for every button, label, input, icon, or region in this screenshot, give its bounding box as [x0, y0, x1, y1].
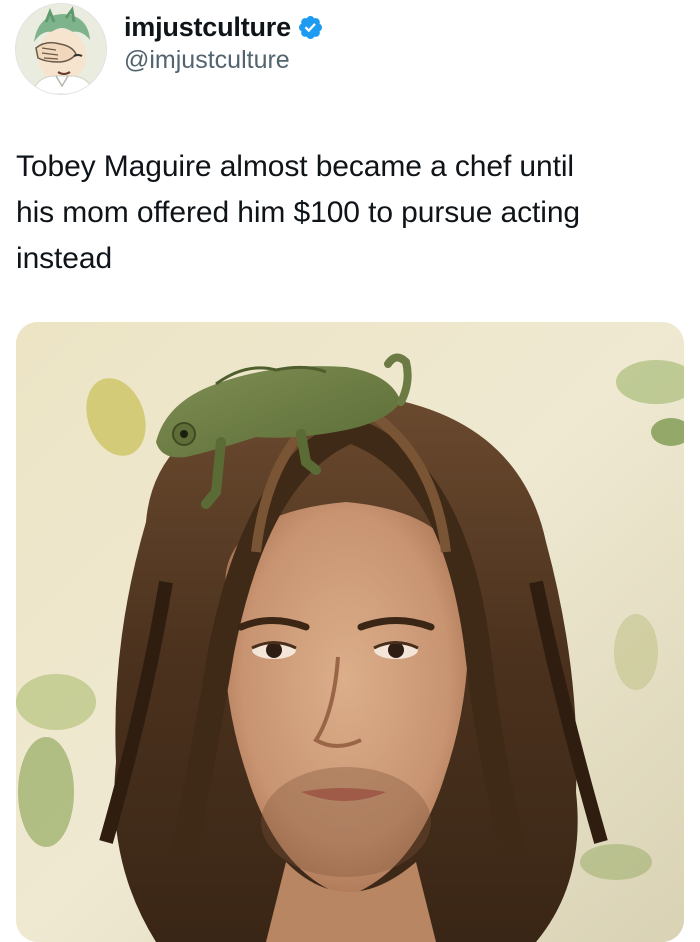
author-names: imjustculture @imjustculture — [124, 10, 324, 76]
display-name-row: imjustculture — [124, 10, 324, 44]
tweet-header: imjustculture @imjustculture — [16, 4, 324, 94]
avatar[interactable] — [16, 4, 106, 94]
portrait-photo-icon — [16, 322, 684, 942]
tweet-card: imjustculture @imjustculture Tobey Magui… — [0, 0, 700, 942]
tweet-text: Tobey Maguire almost became a chef until… — [16, 150, 580, 275]
verified-badge-icon — [297, 14, 324, 41]
handle[interactable]: @imjustculture — [124, 44, 324, 76]
display-name[interactable]: imjustculture — [124, 10, 291, 44]
tweet-media[interactable] — [16, 322, 684, 942]
anime-avatar-icon — [16, 4, 106, 94]
